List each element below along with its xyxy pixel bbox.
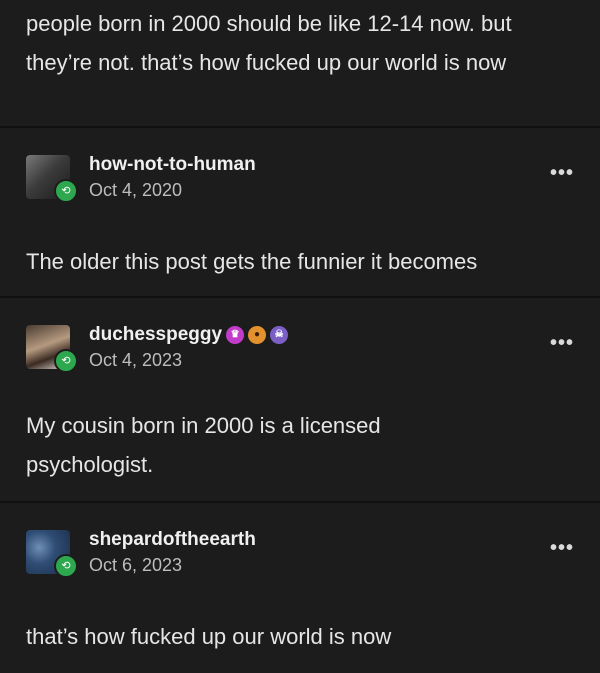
reblog-header: ⟲ how-not-to-human Oct 4, 2020: [0, 128, 600, 204]
reblog-text: My cousin born in 2000 is a licensed psy…: [26, 413, 381, 477]
username-link[interactable]: duchesspeggy ♛ ● ☠: [89, 324, 289, 346]
reblog-entry: ⟲ shepardoftheearth Oct 6, 2023 ••• that…: [0, 503, 600, 673]
username-link[interactable]: how-not-to-human: [89, 154, 256, 176]
more-options-icon[interactable]: •••: [550, 537, 574, 560]
reblog-header: ⟲ duchesspeggy ♛ ● ☠ Oct 4, 2023: [0, 298, 600, 374]
paw-badge-icon[interactable]: ●: [248, 325, 267, 344]
author-info: duchesspeggy ♛ ● ☠ Oct 4, 2023: [89, 324, 289, 371]
avatar[interactable]: ⟲: [26, 155, 78, 203]
post-date: Oct 4, 2023: [89, 349, 183, 370]
username-text[interactable]: shepardoftheearth: [89, 529, 256, 551]
reblog-icon: ⟲: [54, 349, 78, 373]
reblog-entry: ⟲ how-not-to-human Oct 4, 2020 ••• The o…: [0, 128, 600, 296]
reblog-header: ⟲ shepardoftheearth Oct 6, 2023: [0, 503, 600, 579]
author-info: how-not-to-human Oct 4, 2020: [89, 154, 256, 201]
post-date: Oct 4, 2020: [89, 179, 183, 200]
avatar[interactable]: ⟲: [26, 530, 78, 578]
username-text[interactable]: duchesspeggy: [89, 324, 222, 346]
reblog-icon: ⟲: [54, 554, 78, 578]
crown-badge-icon[interactable]: ♛: [226, 325, 245, 344]
more-options-icon[interactable]: •••: [550, 162, 574, 185]
username-link[interactable]: shepardoftheearth: [89, 529, 256, 551]
author-info: shepardoftheearth Oct 6, 2023: [89, 529, 256, 576]
post-feed: people born in 2000 should be like 12-14…: [0, 0, 600, 671]
original-post-text: people born in 2000 should be like 12-14…: [26, 11, 512, 75]
avatar[interactable]: ⟲: [26, 325, 78, 373]
reblog-text: that’s how fucked up our world is now: [26, 624, 392, 649]
username-text[interactable]: how-not-to-human: [89, 154, 256, 176]
reblog-text: The older this post gets the funnier it …: [26, 249, 478, 274]
reblog-entry: ⟲ duchesspeggy ♛ ● ☠ Oct 4, 2023 ••• My …: [0, 298, 600, 501]
post-date: Oct 6, 2023: [89, 554, 183, 575]
skull-badge-icon[interactable]: ☠: [270, 325, 289, 344]
more-options-icon[interactable]: •••: [550, 332, 574, 355]
reblog-icon: ⟲: [54, 179, 78, 203]
